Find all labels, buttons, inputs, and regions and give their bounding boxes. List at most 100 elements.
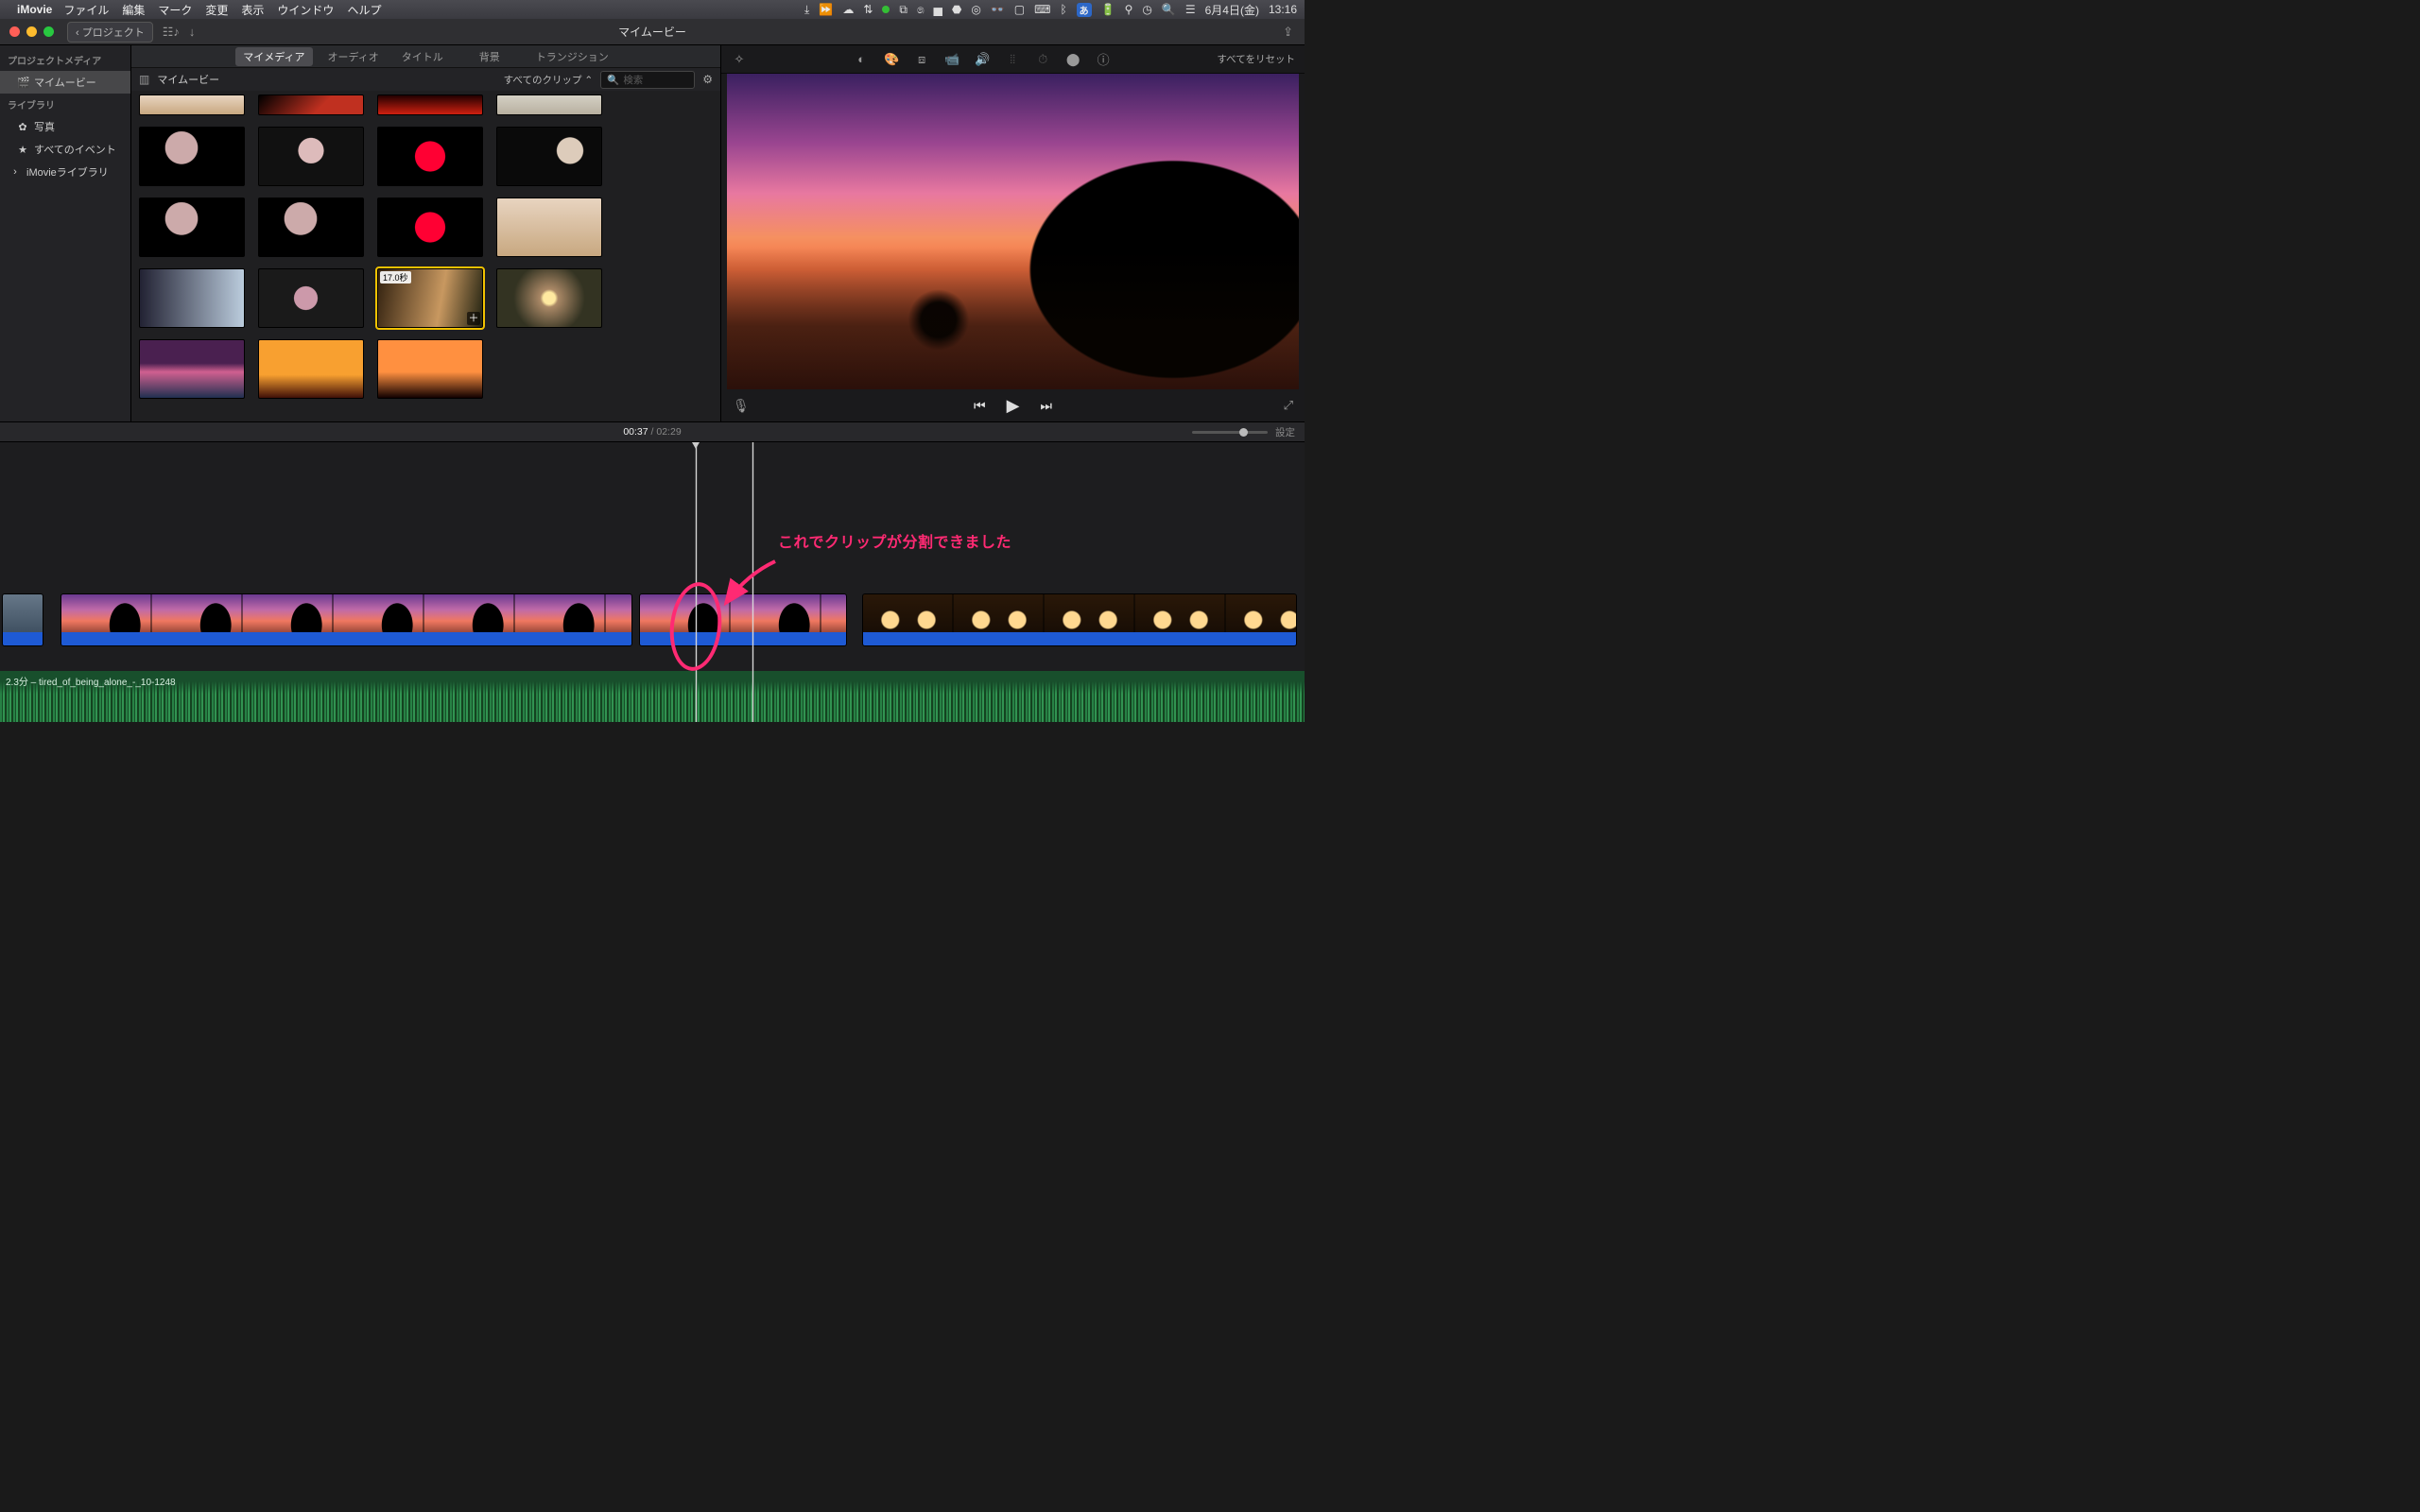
- timeline-ruler[interactable]: [0, 442, 1305, 459]
- timeline[interactable]: 2.3分 – tired_of_being_alone_-_10-1248 これ…: [0, 442, 1305, 722]
- status-dot-icon[interactable]: [882, 6, 890, 13]
- clip-thumbnail[interactable]: [139, 268, 245, 328]
- clip-thumbnail[interactable]: [496, 94, 602, 115]
- prev-clip-button[interactable]: ⏮: [974, 398, 986, 414]
- fullscreen-icon[interactable]: ⤢: [1284, 398, 1293, 413]
- input-source-icon[interactable]: あ: [1077, 3, 1092, 17]
- preview-viewer[interactable]: [727, 74, 1299, 389]
- play-button[interactable]: ▶: [1007, 396, 1020, 416]
- macos-menubar: iMovie ファイル 編集 マーク 変更 表示 ウインドウ ヘルプ ⤓ ⏩ ☁…: [0, 0, 1305, 19]
- clip-thumbnail[interactable]: [139, 198, 245, 257]
- menubar-date[interactable]: 6月4日(金): [1205, 2, 1259, 18]
- share-icon[interactable]: ⇪: [1283, 25, 1293, 40]
- tab-my-media[interactable]: マイメディア: [235, 47, 312, 66]
- menu-edit[interactable]: 編集: [122, 2, 145, 18]
- voiceover-icon[interactable]: 🎙: [733, 398, 750, 414]
- library-list-icon[interactable]: ☷♪: [163, 25, 180, 40]
- clip-thumbnail[interactable]: [496, 198, 602, 257]
- glasses-icon[interactable]: 👓: [991, 3, 1005, 16]
- color-wheel-icon[interactable]: 🎨: [883, 52, 900, 67]
- star-icon: ★: [17, 144, 28, 156]
- volume-icon[interactable]: 🔊: [974, 52, 991, 67]
- filter-icon[interactable]: ⬤: [1064, 52, 1081, 67]
- spotlight-icon[interactable]: 🔍: [1162, 3, 1176, 16]
- battery-icon[interactable]: 🔋: [1101, 3, 1115, 16]
- import-icon[interactable]: ↓: [189, 25, 196, 39]
- menu-help[interactable]: ヘルプ: [347, 2, 381, 18]
- menu-window[interactable]: ウインドウ: [277, 2, 334, 18]
- keyboard-icon[interactable]: ⌨: [1034, 3, 1050, 16]
- browser-tabs: マイメディア オーディオ タイトル 背景 トランジション: [131, 45, 720, 68]
- stabilize-icon[interactable]: 📹: [943, 52, 960, 67]
- fastforward-icon[interactable]: ⏩: [819, 3, 833, 16]
- sidebar-item-all-events[interactable]: ★ すべてのイベント: [0, 138, 130, 161]
- clip-thumbnail[interactable]: [258, 339, 364, 399]
- magic-wand-icon[interactable]: ✧: [731, 52, 748, 67]
- next-clip-button[interactable]: ⏭: [1040, 398, 1052, 414]
- circle-icon[interactable]: ◎: [971, 3, 980, 16]
- timeline-clip[interactable]: [862, 593, 1297, 646]
- add-clip-icon[interactable]: ＋: [467, 312, 480, 325]
- sidebar-item-photos[interactable]: ✿ 写真: [0, 115, 130, 138]
- sidebar-item-imovie-library[interactable]: › iMovieライブラリ: [0, 161, 130, 183]
- tab-titles[interactable]: タイトル: [394, 47, 451, 66]
- speed-icon[interactable]: ⏱: [1034, 52, 1051, 67]
- display-icon[interactable]: ▢: [1014, 3, 1025, 16]
- onedrive-icon[interactable]: ▅: [934, 3, 942, 16]
- clip-thumbnail[interactable]: [377, 127, 483, 186]
- tab-backgrounds[interactable]: 背景: [472, 47, 508, 66]
- timeline-zoom-slider[interactable]: [1192, 431, 1268, 434]
- clip-thumbnail[interactable]: [377, 94, 483, 115]
- menu-file[interactable]: ファイル: [63, 2, 109, 18]
- clip-thumbnail[interactable]: [258, 198, 364, 257]
- clip-thumbnail[interactable]: [496, 268, 602, 328]
- window-minimize-button[interactable]: [26, 26, 37, 37]
- menu-view[interactable]: 表示: [241, 2, 264, 18]
- cloud-icon[interactable]: ☁: [842, 3, 854, 16]
- clip-thumbnail[interactable]: [258, 94, 364, 115]
- clip-thumbnail[interactable]: [139, 94, 245, 115]
- clip-thumbnail[interactable]: [377, 198, 483, 257]
- browser-header: ▥ マイムービー すべてのクリップ ⌃ 🔍検索 ⚙: [131, 68, 720, 91]
- app-name[interactable]: iMovie: [17, 3, 52, 16]
- clip-thumbnail[interactable]: [139, 339, 245, 399]
- window-zoom-button[interactable]: [43, 26, 54, 37]
- hat-icon[interactable]: ⬣: [952, 3, 961, 16]
- menu-mark[interactable]: マーク: [158, 2, 192, 18]
- wifi-icon[interactable]: ⚲: [1125, 3, 1133, 16]
- swirl-icon[interactable]: ෧: [917, 3, 925, 17]
- gear-icon[interactable]: ⚙: [702, 73, 713, 86]
- sidebar-item-project[interactable]: 🎬 マイムービー: [0, 71, 130, 94]
- tab-transitions[interactable]: トランジション: [528, 47, 616, 66]
- clip-thumbnail[interactable]: [496, 127, 602, 186]
- control-center-icon[interactable]: ☰: [1185, 3, 1196, 16]
- clock-icon[interactable]: ◷: [1142, 3, 1151, 16]
- crop-icon[interactable]: ⧈: [913, 52, 930, 67]
- timeline-clip[interactable]: [60, 593, 632, 646]
- tab-audio[interactable]: オーディオ: [320, 47, 387, 66]
- timeline-clip[interactable]: [2, 593, 43, 646]
- bluetooth-icon[interactable]: ᛒ: [1060, 3, 1066, 16]
- download-icon[interactable]: ⤓: [804, 3, 809, 17]
- clip-thumbnail[interactable]: [377, 339, 483, 399]
- color-balance-icon[interactable]: ◐: [853, 52, 870, 66]
- clip-thumbnail-selected[interactable]: 17.0秒 ＋: [377, 268, 483, 328]
- menu-modify[interactable]: 変更: [205, 2, 228, 18]
- menubar-time[interactable]: 13:16: [1269, 3, 1297, 16]
- view-mode-icon[interactable]: ▥: [139, 73, 149, 86]
- music-track[interactable]: 2.3分 – tired_of_being_alone_-_10-1248: [0, 671, 1305, 722]
- noise-icon[interactable]: ⦙⦙: [1004, 52, 1021, 67]
- timeline-settings-button[interactable]: 設定: [1275, 425, 1295, 439]
- clip-thumbnail[interactable]: [139, 127, 245, 186]
- window-close-button[interactable]: [9, 26, 20, 37]
- back-to-projects-button[interactable]: ‹ プロジェクト: [67, 22, 153, 43]
- info-icon[interactable]: ⓘ: [1095, 50, 1112, 68]
- reset-all-button[interactable]: すべてをリセット: [1217, 52, 1295, 66]
- clip-thumbnail[interactable]: [258, 268, 364, 328]
- library-sidebar: プロジェクトメディア 🎬 マイムービー ライブラリ ✿ 写真 ★ すべてのイベン…: [0, 45, 131, 421]
- clip-filter-dropdown[interactable]: すべてのクリップ ⌃: [504, 73, 594, 87]
- clip-thumbnail[interactable]: [258, 127, 364, 186]
- search-input[interactable]: 🔍検索: [600, 71, 695, 89]
- dropbox-icon[interactable]: ⧉: [899, 3, 908, 17]
- sync-icon[interactable]: ⇅: [863, 3, 873, 16]
